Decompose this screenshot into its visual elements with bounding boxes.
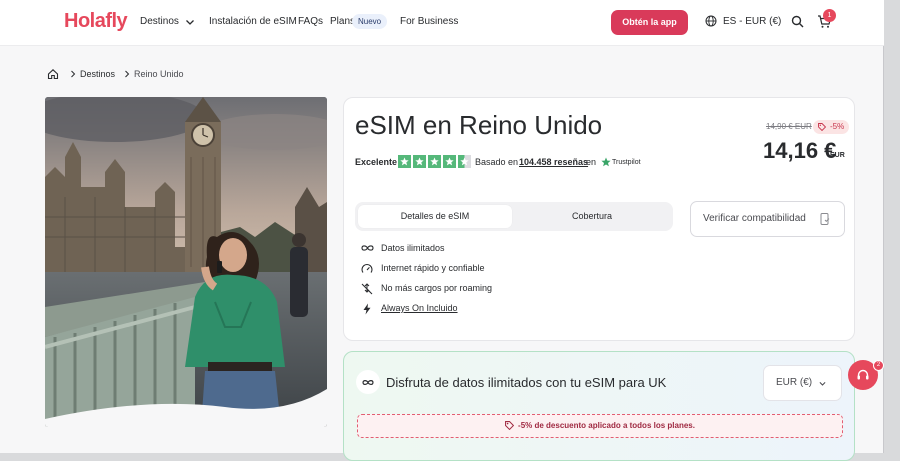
discount-banner-text: -5% de descuento aplicado a todos los pl… xyxy=(518,421,695,430)
nav-instalacion-esim[interactable]: Instalación de eSIM xyxy=(209,16,297,27)
tab-esim-details[interactable]: Detalles de eSIM xyxy=(358,205,512,228)
product-title: eSIM en Reino Unido xyxy=(355,110,603,140)
rating-label: Excelente xyxy=(355,157,398,167)
site-header: Holafly Destinos Instalación de eSIM FAQ… xyxy=(0,0,884,46)
always-on-link[interactable]: Always On Incluido xyxy=(381,303,458,313)
trustpilot-label[interactable]: Trustpilot xyxy=(612,159,641,166)
feature-label: Datos ilimitados xyxy=(381,243,445,253)
check-compatibility-button[interactable]: Verificar compatibilidad xyxy=(690,201,845,237)
cart-count-badge: 1 xyxy=(823,9,836,22)
product-tabs: Detalles de eSIM Cobertura xyxy=(355,202,673,231)
reviews-based-on: Basado en xyxy=(475,157,519,167)
speedometer-icon xyxy=(361,263,373,273)
language-currency-selector[interactable]: ES - EUR (€) xyxy=(723,16,781,27)
browser-page: Holafly Destinos Instalación de eSIM FAQ… xyxy=(0,0,884,461)
infinity-icon xyxy=(361,245,374,251)
price-currency: EUR xyxy=(830,152,845,159)
reviews-on: en xyxy=(586,157,597,167)
star-icon xyxy=(443,155,456,168)
feature-unlimited-data: Datos ilimitados xyxy=(361,242,601,256)
chevron-down-icon xyxy=(819,382,826,386)
product-card: eSIM en Reino Unido 14,90 € EUR -5% 14,1… xyxy=(343,97,855,341)
headset-icon xyxy=(857,369,869,380)
discount-banner: -5% de descuento aplicado a todos los pl… xyxy=(357,414,843,438)
no-roaming-icon xyxy=(361,283,373,295)
search-icon[interactable] xyxy=(791,15,804,28)
chevron-down-icon[interactable] xyxy=(184,16,196,28)
check-compatibility-label: Verificar compatibilidad xyxy=(703,213,806,224)
old-price: 14,90 € EUR xyxy=(766,122,812,131)
feature-label: No más cargos por roaming xyxy=(381,283,493,293)
get-app-button[interactable]: Obtén la app xyxy=(611,10,688,35)
feature-always-on[interactable]: Always On Incluido xyxy=(361,302,601,316)
tag-icon xyxy=(505,421,515,431)
feature-no-roaming: No más cargos por roaming xyxy=(361,282,601,296)
currency-select[interactable]: EUR (€) xyxy=(763,365,842,401)
chevron-right-icon xyxy=(71,70,76,78)
star-icon xyxy=(413,155,426,168)
trustpilot-star-icon xyxy=(601,157,611,167)
chevron-right-icon xyxy=(125,70,130,78)
breadcrumb-destinos[interactable]: Destinos xyxy=(80,69,115,79)
unlimited-plans-section: Disfruta de datos ilimitados con tu eSIM… xyxy=(343,351,855,461)
feature-label: Internet rápido y confiable xyxy=(381,263,485,273)
nav-for-business[interactable]: For Business xyxy=(400,16,458,27)
plans-new-badge: Nuevo xyxy=(352,14,388,29)
breadcrumb-reino-unido: Reino Unido xyxy=(134,69,184,79)
promo-title: Disfruta de datos ilimitados con tu eSIM… xyxy=(386,375,667,390)
current-price: 14,16 € xyxy=(763,138,837,163)
home-icon[interactable] xyxy=(47,68,59,80)
bolt-icon xyxy=(363,303,371,315)
globe-icon[interactable] xyxy=(705,15,717,27)
tab-coverage[interactable]: Cobertura xyxy=(515,205,669,228)
nav-destinos[interactable]: Destinos xyxy=(140,16,179,27)
reviews-count-link[interactable]: 104.458 reseñas xyxy=(519,157,588,167)
promo-icon-container xyxy=(356,370,380,394)
currency-select-value: EUR (€) xyxy=(776,377,813,388)
tag-icon xyxy=(818,123,826,131)
half-star-icon xyxy=(458,155,471,168)
feature-fast-internet: Internet rápido y confiable xyxy=(361,262,601,276)
holafly-logo[interactable]: Holafly xyxy=(64,10,128,33)
star-icon xyxy=(398,155,411,168)
nav-faqs[interactable]: FAQs xyxy=(298,16,323,27)
infinity-icon xyxy=(362,380,374,385)
discount-badge: -5% xyxy=(813,120,850,134)
discount-value: -5% xyxy=(830,122,845,131)
star-icon xyxy=(428,155,441,168)
chat-notification-badge: 2 xyxy=(873,360,884,371)
phone-check-icon xyxy=(820,213,830,225)
hero-image-london xyxy=(45,97,327,427)
